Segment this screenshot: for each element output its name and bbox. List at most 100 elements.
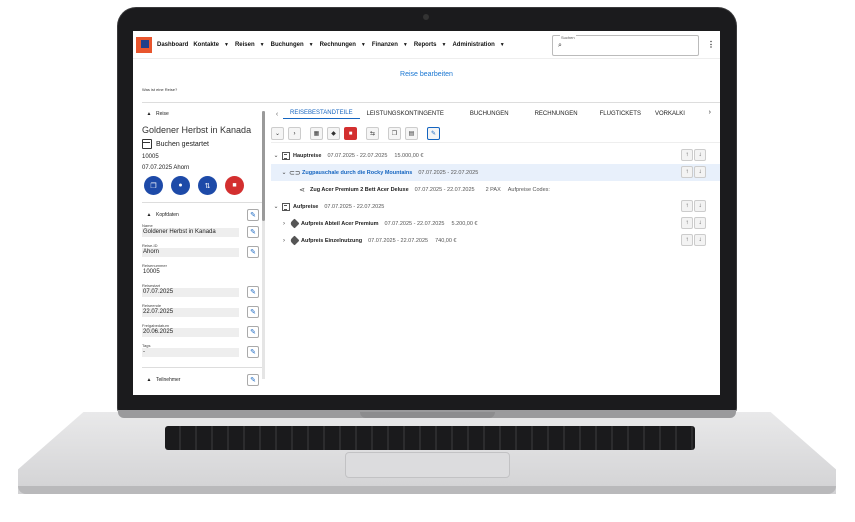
section-teilnehmer[interactable]: ▲ Teilnehmer ✎ [142,374,263,386]
tree-row[interactable]: › Aufpreis Abteil Acer Premium 07.07.202… [271,215,720,232]
search-input[interactable]: Suchen ⌕ [552,35,699,56]
section-reise[interactable]: ▲ Reise [142,109,263,119]
caret-down-icon[interactable]: ▼ [260,42,265,48]
arrow-down-icon[interactable]: ↓ [694,166,706,178]
copy-button[interactable]: ❐ [144,176,163,195]
row-order-buttons: ↑ ↓ [681,166,706,178]
row-name: Aufpreise [293,203,319,210]
field-value: 07.07.2025 [142,288,239,297]
trip-date-owner: 07.07.2025 Ahorn [142,165,190,171]
nav-kontakte[interactable]: Kontakte [193,42,219,48]
expand-button[interactable]: › [288,127,301,140]
caret-down-icon[interactable]: ▼ [224,42,229,48]
edit-kopfdaten-button[interactable]: ✎ [247,209,259,221]
tree-row[interactable]: ⌄ ⊂⊃ Zugpauschale durch die Rocky Mounta… [271,164,720,181]
arrow-up-icon[interactable]: ↑ [681,149,693,161]
tree-row[interactable]: ⋖ Zug Acer Premium 2 Bett Acer Deluxe 07… [271,181,720,198]
tab-leistungskontingente[interactable]: LEISTUNGSKONTINGENTE [360,111,451,117]
tag-icon: ◆ [331,131,336,137]
tab-buchungen[interactable]: BUCHUNGEN [463,111,516,117]
nav-dashboard[interactable]: Dashboard [157,42,188,48]
delete-item-button[interactable]: ■ [344,127,357,140]
calendar-icon [142,139,152,149]
arrow-down-icon[interactable]: ↓ [694,217,706,229]
arrow-up-icon[interactable]: ↑ [681,217,693,229]
add-building-button[interactable]: ▦ [310,127,323,140]
nav-reports[interactable]: Reports [414,42,437,48]
chevron-right-icon[interactable]: › [279,238,289,244]
chevron-left-icon[interactable]: ‹ [271,111,283,118]
collapse-all-button[interactable]: ⌄ [271,127,284,140]
row-dates: 07.07.2025 - 22.07.2025 [368,237,429,244]
row-name: Aufpreis Einzelnutzung [301,237,363,244]
more-menu-icon[interactable]: ⋮ [707,40,715,49]
help-link[interactable]: Was ist eine Reise? [142,87,177,92]
nav-administration[interactable]: Administration [452,42,494,48]
delete-button[interactable]: ■ [225,176,244,195]
nav-buchungen[interactable]: Buchungen [271,42,304,48]
top-nav: Dashboard Kontakte ▼ Reisen ▼ Buchungen ▼ R… [133,31,720,59]
paste-button[interactable]: ▤ [405,127,418,140]
edit-button[interactable]: ✎ [247,326,259,338]
section-kopfdaten[interactable]: ▲ Kopfdaten ✎ [142,209,263,221]
tab-bar: ‹ REISEBESTANDTEILE LEISTUNGSKONTINGENTE… [271,107,720,121]
nav-finanzen[interactable]: Finanzen [372,42,398,48]
transfer-icon: ⇅ [204,182,211,190]
edit-teilnehmer-button[interactable]: ✎ [247,374,259,386]
field-reisestart: Reisestart 07.07.2025 ✎ [142,283,263,300]
caret-down-icon[interactable]: ▼ [361,42,366,48]
field-value: Goldener Herbst in Kanada [142,228,239,237]
row-dates: 07.07.2025 - 22.07.2025 [324,203,385,210]
tag-icon [289,218,300,229]
chevron-right-icon[interactable]: › [709,109,711,116]
edit-button[interactable]: ✎ [247,226,259,238]
nav-rechnungen[interactable]: Rechnungen [320,42,356,48]
arrow-down-icon[interactable]: ↓ [694,200,706,212]
tab-rechnungen[interactable]: RECHNUNGEN [528,111,585,117]
row-order-buttons: ↑ ↓ [681,149,706,161]
edit-item-button[interactable]: ✎ [427,127,440,140]
edit-button[interactable]: ✎ [247,246,259,258]
arrow-down-icon[interactable]: ↓ [694,149,706,161]
caret-down-icon[interactable]: ▼ [442,42,447,48]
chevron-right-icon[interactable]: › [279,221,289,227]
caret-down-icon[interactable]: ▼ [309,42,314,48]
chevron-down-icon[interactable]: ⌄ [271,152,281,159]
nav-reisen[interactable]: Reisen [235,42,255,48]
chevron-up-icon: ▲ [146,377,152,383]
move-button[interactable]: ⇆ [366,127,379,140]
trip-sidebar: ▲ Reise Goldener Herbst in Kanada Buchen … [142,109,263,395]
arrow-up-icon[interactable]: ↑ [681,166,693,178]
arrow-up-icon[interactable]: ↑ [681,200,693,212]
arrow-up-icon[interactable]: ↑ [681,234,693,246]
brand-logo[interactable] [136,36,152,53]
sidebar-scrollbar[interactable] [262,111,265,379]
tab-vorkalkulation[interactable]: VORKALKI [648,111,692,117]
row-name: Hauptreise [293,152,322,159]
field-value: - [142,348,239,357]
row-order-buttons: ↑ ↓ [681,200,706,212]
add-tag-button[interactable]: ◆ [327,127,340,140]
caret-down-icon[interactable]: ▼ [500,42,505,48]
copy-item-button[interactable]: ❐ [388,127,401,140]
tree-row[interactable]: ⌄ Aufpreise 07.07.2025 - 22.07.2025 ↑ ↓ [271,198,720,215]
edit-button[interactable]: ✎ [247,286,259,298]
tab-reisebestandteile[interactable]: REISEBESTANDTEILE [283,110,360,119]
link-icon: ⊂⊃ [289,169,301,177]
arrow-down-icon[interactable]: ↓ [694,234,706,246]
tab-flugtickets[interactable]: FLUGTICKETS [593,111,648,117]
tree-row[interactable]: ⌄ Hauptreise 07.07.2025 - 22.07.2025 15.… [271,147,720,164]
caret-down-icon[interactable]: ▼ [403,42,408,48]
camera [423,14,429,20]
chevron-down-icon[interactable]: ⌄ [271,203,281,210]
info-button[interactable]: ● [171,176,190,195]
edit-button[interactable]: ✎ [247,346,259,358]
toolbar: ⌄ › ▦ ◆ ■ ⇆ ❐ ▤ ✎ [271,127,720,143]
chevron-down-icon[interactable]: ⌄ [279,169,289,176]
building-icon [282,151,290,160]
scrollbar-thumb[interactable] [262,111,265,221]
tree-row[interactable]: › Aufpreis Einzelnutzung 07.07.2025 - 22… [271,232,720,249]
edit-button[interactable]: ✎ [247,306,259,318]
transfer-button[interactable]: ⇅ [198,176,217,195]
main-panel: ‹ REISEBESTANDTEILE LEISTUNGSKONTINGENTE… [271,107,720,395]
